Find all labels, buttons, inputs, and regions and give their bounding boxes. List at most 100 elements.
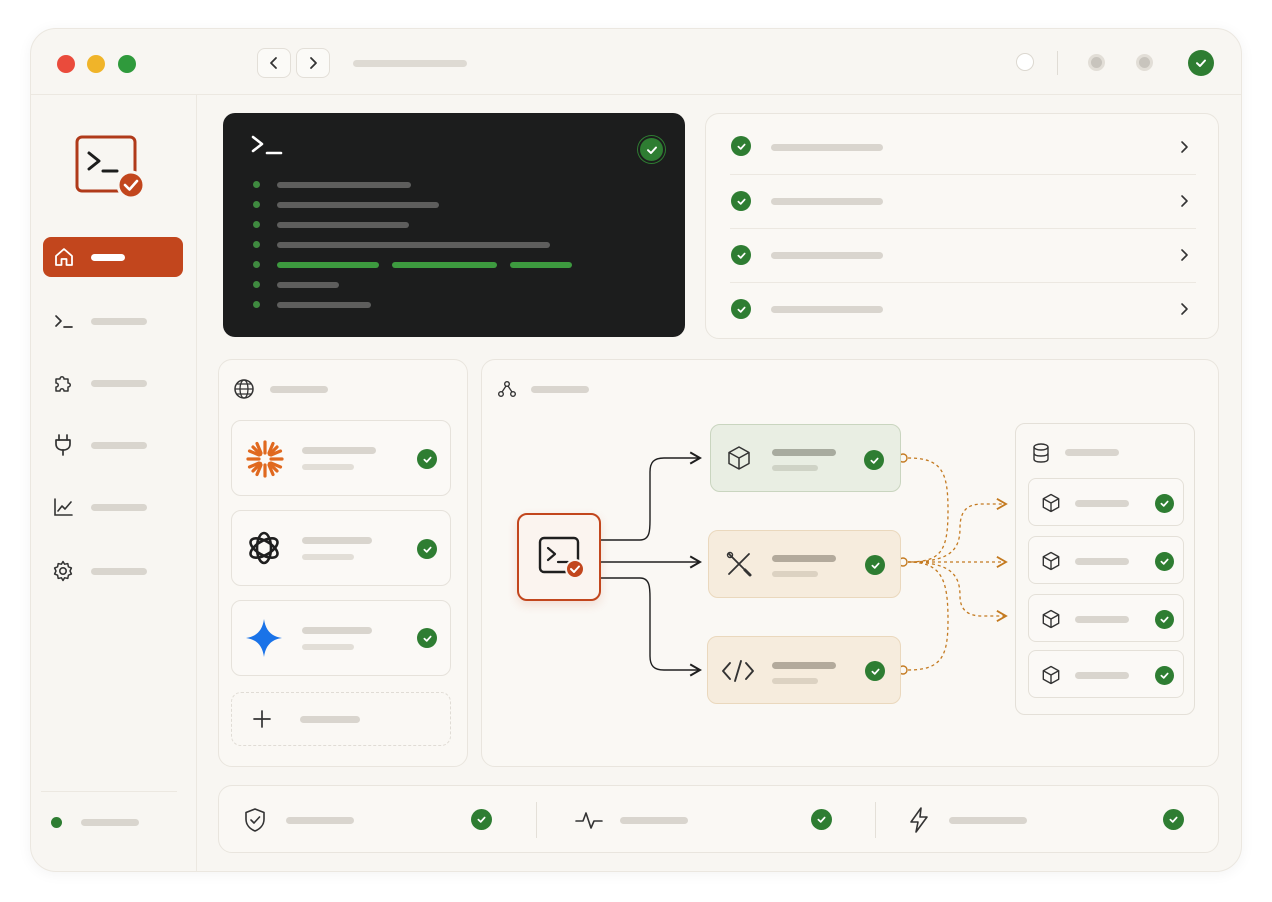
- sidebar-item-label: [91, 568, 147, 575]
- add-provider-label: [300, 716, 360, 723]
- provider-detail: [302, 644, 354, 650]
- terminal-line: [277, 302, 371, 308]
- status-label: [620, 817, 688, 824]
- check-circle-icon: [417, 539, 437, 559]
- sidebar-item-integrations[interactable]: [43, 425, 183, 465]
- title-bar: [31, 29, 1241, 95]
- check-circle-icon: [471, 809, 492, 830]
- workflow-source-node[interactable]: [517, 513, 601, 601]
- check-circle-icon: [417, 628, 437, 648]
- list-item[interactable]: [706, 114, 1218, 174]
- cube-icon: [728, 446, 750, 470]
- sidebar-item-label: [91, 442, 147, 449]
- chevron-left-icon: [270, 57, 277, 69]
- sidebar-item-settings[interactable]: [43, 551, 183, 591]
- add-provider-button[interactable]: [231, 692, 451, 746]
- list-item-label: [771, 252, 883, 259]
- address-placeholder[interactable]: [353, 60, 467, 67]
- check-circle-icon: [865, 555, 885, 575]
- terminal-line: [277, 182, 411, 188]
- minimize-window-button[interactable]: [87, 55, 105, 73]
- check-circle-icon: [865, 661, 885, 681]
- puzzle-icon: [55, 376, 71, 392]
- terminal-line-success: [510, 262, 572, 268]
- check-circle-icon[interactable]: [1188, 50, 1214, 76]
- pulse-icon: [575, 812, 603, 829]
- home-icon: [55, 248, 73, 266]
- chevron-right-icon: [1181, 195, 1188, 207]
- provider-card[interactable]: [231, 510, 451, 586]
- status-label: [81, 819, 139, 826]
- terminal-check-icon: [538, 536, 585, 579]
- openai-knot-icon: [249, 531, 279, 565]
- shield-check-icon: [245, 808, 265, 832]
- close-window-button[interactable]: [57, 55, 75, 73]
- zoom-window-button[interactable]: [118, 55, 136, 73]
- terminal-prompt-icon: [251, 135, 283, 155]
- provider-card[interactable]: [231, 420, 451, 496]
- sidebar-item-label: [91, 254, 125, 261]
- list-item-label: [771, 144, 883, 151]
- chevron-right-icon: [1181, 303, 1188, 315]
- terminal-panel[interactable]: [223, 113, 685, 337]
- sidebar-item-terminal[interactable]: [43, 301, 183, 341]
- check-circle-icon: [1155, 494, 1174, 513]
- node-title: [772, 662, 836, 669]
- sunburst-icon: [246, 440, 284, 478]
- workflow-node[interactable]: [708, 530, 901, 598]
- cube-icon: [1042, 609, 1060, 629]
- gear-icon: [53, 560, 73, 582]
- sidebar-item-label: [91, 380, 147, 387]
- forward-button[interactable]: [296, 48, 330, 78]
- resource-item[interactable]: [1028, 650, 1184, 698]
- sidebar-divider: [41, 791, 177, 792]
- workflow-panel: [481, 359, 1219, 767]
- status-item-performance[interactable]: [876, 786, 1218, 852]
- terminal-icon: [55, 315, 73, 328]
- globe-icon: [234, 379, 254, 399]
- terminal-line: [277, 242, 550, 248]
- sidebar-item-analytics[interactable]: [43, 487, 183, 527]
- provider-name: [302, 627, 372, 634]
- toggle-circle[interactable]: [1016, 53, 1034, 71]
- panel-title: [270, 386, 328, 393]
- sidebar: [31, 95, 197, 871]
- node-detail: [772, 465, 818, 471]
- plug-icon: [55, 434, 71, 456]
- toolbar-dot-2[interactable]: [1136, 54, 1153, 71]
- status-item-security[interactable]: [219, 786, 535, 852]
- workflow-node[interactable]: [710, 424, 901, 492]
- check-circle-icon: [417, 449, 437, 469]
- list-item[interactable]: [706, 174, 1218, 228]
- resources-title: [1065, 449, 1119, 456]
- list-item[interactable]: [706, 282, 1218, 338]
- chevron-right-icon: [310, 57, 317, 69]
- resource-item[interactable]: [1028, 594, 1184, 642]
- resource-label: [1075, 500, 1129, 507]
- list-item[interactable]: [706, 228, 1218, 282]
- lightning-icon: [910, 807, 928, 833]
- workflow-node[interactable]: [707, 636, 901, 704]
- toolbar-dot-1[interactable]: [1088, 54, 1105, 71]
- sidebar-item-label: [91, 318, 147, 325]
- terminal-line-success: [392, 262, 497, 268]
- back-button[interactable]: [257, 48, 291, 78]
- status-label: [949, 817, 1027, 824]
- terminal-line-success: [277, 262, 379, 268]
- plus-icon: [253, 710, 271, 728]
- sidebar-item-extensions[interactable]: [43, 363, 183, 403]
- check-circle-icon: [731, 245, 751, 265]
- status-indicator: [51, 817, 62, 828]
- chevron-right-icon: [1181, 249, 1188, 261]
- resource-item[interactable]: [1028, 478, 1184, 526]
- cube-icon: [1042, 665, 1060, 685]
- database-icon: [1033, 443, 1049, 463]
- check-circle-icon: [731, 136, 751, 156]
- status-item-activity[interactable]: [537, 786, 873, 852]
- check-circle-icon: [811, 809, 832, 830]
- resource-item[interactable]: [1028, 536, 1184, 584]
- code-icon: [722, 660, 754, 682]
- provider-name: [302, 447, 376, 454]
- sidebar-item-home[interactable]: [43, 237, 183, 277]
- provider-card[interactable]: [231, 600, 451, 676]
